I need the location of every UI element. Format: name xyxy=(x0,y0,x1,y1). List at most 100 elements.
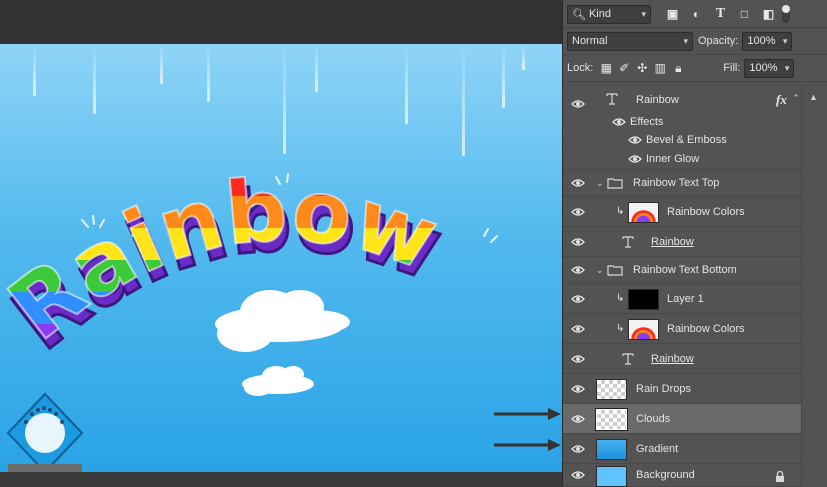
layer-filter-bar: 🔍︎ Kind ▾ ▣ ◐ T □ ◧ xyxy=(563,1,827,28)
lock-all-icon[interactable]: 🔒︎ xyxy=(669,59,687,78)
visibility-eye-icon[interactable] xyxy=(571,265,585,275)
lock-image-pixels-icon[interactable]: ✐ xyxy=(615,59,633,78)
filter-toggle-knob xyxy=(782,5,790,13)
opacity-field[interactable]: 100% ▾ xyxy=(742,31,793,51)
visibility-eye-icon[interactable] xyxy=(628,135,642,145)
visibility-eye-icon[interactable] xyxy=(571,237,585,247)
canvas-status-strip xyxy=(0,472,562,487)
layer-background[interactable]: Background xyxy=(563,464,801,487)
lock-artboard-icon[interactable]: ▥ xyxy=(651,59,669,78)
layer-rainbow-colors-bottom[interactable]: ↳ Rainbow Colors xyxy=(563,314,801,344)
layers-scrollbar[interactable]: ▲ xyxy=(801,84,827,487)
layer-effects-fx-icon[interactable]: fx xyxy=(776,92,787,108)
smart-object-filter-icon[interactable]: ◧ xyxy=(759,5,778,24)
collapse-effects-icon[interactable]: ⌃ xyxy=(792,93,800,104)
effect-name: Bevel & Emboss xyxy=(646,134,727,146)
layer-name: Clouds xyxy=(636,412,671,425)
callout-arrow-clouds xyxy=(494,408,561,420)
visibility-eye-icon[interactable] xyxy=(571,384,585,394)
effects-label: Effects xyxy=(630,116,664,128)
lock-fill-bar: Lock: ▦ ✐ ✣ ▥ 🔒︎ Fill: 100% ▾ xyxy=(563,55,827,82)
filter-kind-select[interactable]: 🔍︎ Kind ▾ xyxy=(567,4,651,24)
opacity-value: 100% xyxy=(747,35,776,47)
layer-gradient[interactable]: Gradient xyxy=(563,434,801,464)
chevron-down-icon: ▾ xyxy=(784,62,790,73)
rainbow-colors-thumbnail xyxy=(628,318,659,340)
fill-label: Fill: xyxy=(723,62,741,74)
layer-group-rainbow-text-top[interactable]: ⌄ Rainbow Text Top xyxy=(563,170,801,197)
visibility-eye-icon[interactable] xyxy=(571,294,585,304)
type-filter-icon[interactable]: T xyxy=(711,5,730,24)
background-thumbnail xyxy=(596,466,627,487)
layer-name: Rainbow Text Bottom xyxy=(633,264,737,276)
chevron-down-icon: ▾ xyxy=(782,35,788,46)
clipping-mask-icon: ↳ xyxy=(616,206,625,217)
layer-1-thumbnail xyxy=(628,288,659,310)
blend-opacity-bar: Normal ▾ Opacity: 100% ▾ xyxy=(563,28,827,55)
layer-1[interactable]: ↳ Layer 1 xyxy=(563,284,801,314)
layer-group-rainbow-text-bottom[interactable]: ⌄ Rainbow Text Bottom xyxy=(563,257,801,284)
visibility-eye-icon[interactable] xyxy=(612,117,626,127)
layer-clouds[interactable]: Clouds xyxy=(563,404,801,434)
shape-filter-icon[interactable]: □ xyxy=(735,5,754,24)
visibility-eye-icon[interactable] xyxy=(628,154,642,164)
effect-bevel-emboss[interactable]: Bevel & Emboss xyxy=(628,131,727,149)
layer-name: Background xyxy=(636,469,695,481)
document-canvas-area[interactable]: Rainbow Rainbow xyxy=(0,0,562,487)
adjustment-filter-icon[interactable]: ◐ xyxy=(687,5,706,24)
visibility-eye-icon[interactable] xyxy=(571,324,585,334)
search-icon: 🔍︎ xyxy=(572,8,586,21)
layer-rainbow-colors-top[interactable]: ↳ Rainbow Colors xyxy=(563,197,801,227)
rainbow-colors-thumbnail xyxy=(628,201,659,223)
layer-rainbow-text-top[interactable]: Rainbow xyxy=(563,227,801,257)
lock-icon[interactable] xyxy=(775,471,785,482)
scroll-up-icon[interactable]: ▲ xyxy=(809,92,818,102)
layer-rainbow-text-bottom[interactable]: Rainbow xyxy=(563,344,801,374)
blend-mode-select[interactable]: Normal ▾ xyxy=(567,31,693,51)
cloud-large xyxy=(215,290,350,352)
visibility-eye-icon[interactable] xyxy=(571,99,585,109)
cloud-small xyxy=(242,366,314,396)
folder-icon xyxy=(607,178,623,189)
layer-name: Rainbow Text Top xyxy=(633,177,720,189)
folder-icon xyxy=(607,265,623,276)
visibility-eye-icon[interactable] xyxy=(571,207,585,217)
visibility-eye-icon[interactable] xyxy=(571,470,585,480)
lock-position-icon[interactable]: ✣ xyxy=(633,59,651,78)
transparent-thumbnail xyxy=(595,407,628,431)
logo-watermark-icon xyxy=(6,392,84,474)
chevron-down-icon[interactable]: ⌄ xyxy=(596,178,604,189)
chevron-down-icon: ▾ xyxy=(683,35,688,46)
effect-inner-glow[interactable]: Inner Glow xyxy=(628,150,699,168)
filter-toggle-switch[interactable] xyxy=(782,5,790,23)
opacity-label: Opacity: xyxy=(698,35,739,47)
layer-name: Gradient xyxy=(636,442,679,455)
callout-arrow-gradient xyxy=(494,439,561,451)
layer-name: Rain Drops xyxy=(636,382,692,395)
transparent-thumbnail xyxy=(596,378,627,400)
layers-panel: 🔍︎ Kind ▾ ▣ ◐ T □ ◧ Normal ▾ Opacity: 10… xyxy=(562,0,827,487)
type-layer-icon xyxy=(606,93,618,105)
fill-field[interactable]: 100% ▾ xyxy=(744,58,795,78)
visibility-eye-icon[interactable] xyxy=(571,354,585,364)
lock-transparent-pixels-icon[interactable]: ▦ xyxy=(597,59,615,78)
layer-name: Rainbow Colors xyxy=(667,205,745,218)
blend-mode-value: Normal xyxy=(572,35,608,47)
visibility-eye-icon[interactable] xyxy=(571,414,585,424)
clipping-mask-icon: ↳ xyxy=(616,323,625,334)
chevron-down-icon[interactable]: ⌄ xyxy=(596,265,604,276)
type-layer-icon xyxy=(622,235,634,248)
filter-kind-value: Kind xyxy=(588,8,611,20)
fill-value: 100% xyxy=(749,62,778,74)
layer-rainbow-type[interactable]: Rainbow fx ⌃ Effects Bevel & Emboss Inne… xyxy=(563,84,801,170)
layer-name: Rainbow Colors xyxy=(667,322,745,335)
visibility-eye-icon[interactable] xyxy=(571,178,585,188)
lock-label: Lock: xyxy=(567,62,594,74)
layer-rain-drops[interactable]: Rain Drops xyxy=(563,374,801,404)
chevron-down-icon: ▾ xyxy=(641,8,646,19)
visibility-eye-icon[interactable] xyxy=(571,444,585,454)
image-filter-icon[interactable]: ▣ xyxy=(663,5,682,24)
layer-name: Rainbow xyxy=(651,352,694,365)
effects-header[interactable]: Effects xyxy=(612,113,663,131)
gradient-thumbnail xyxy=(596,438,627,460)
